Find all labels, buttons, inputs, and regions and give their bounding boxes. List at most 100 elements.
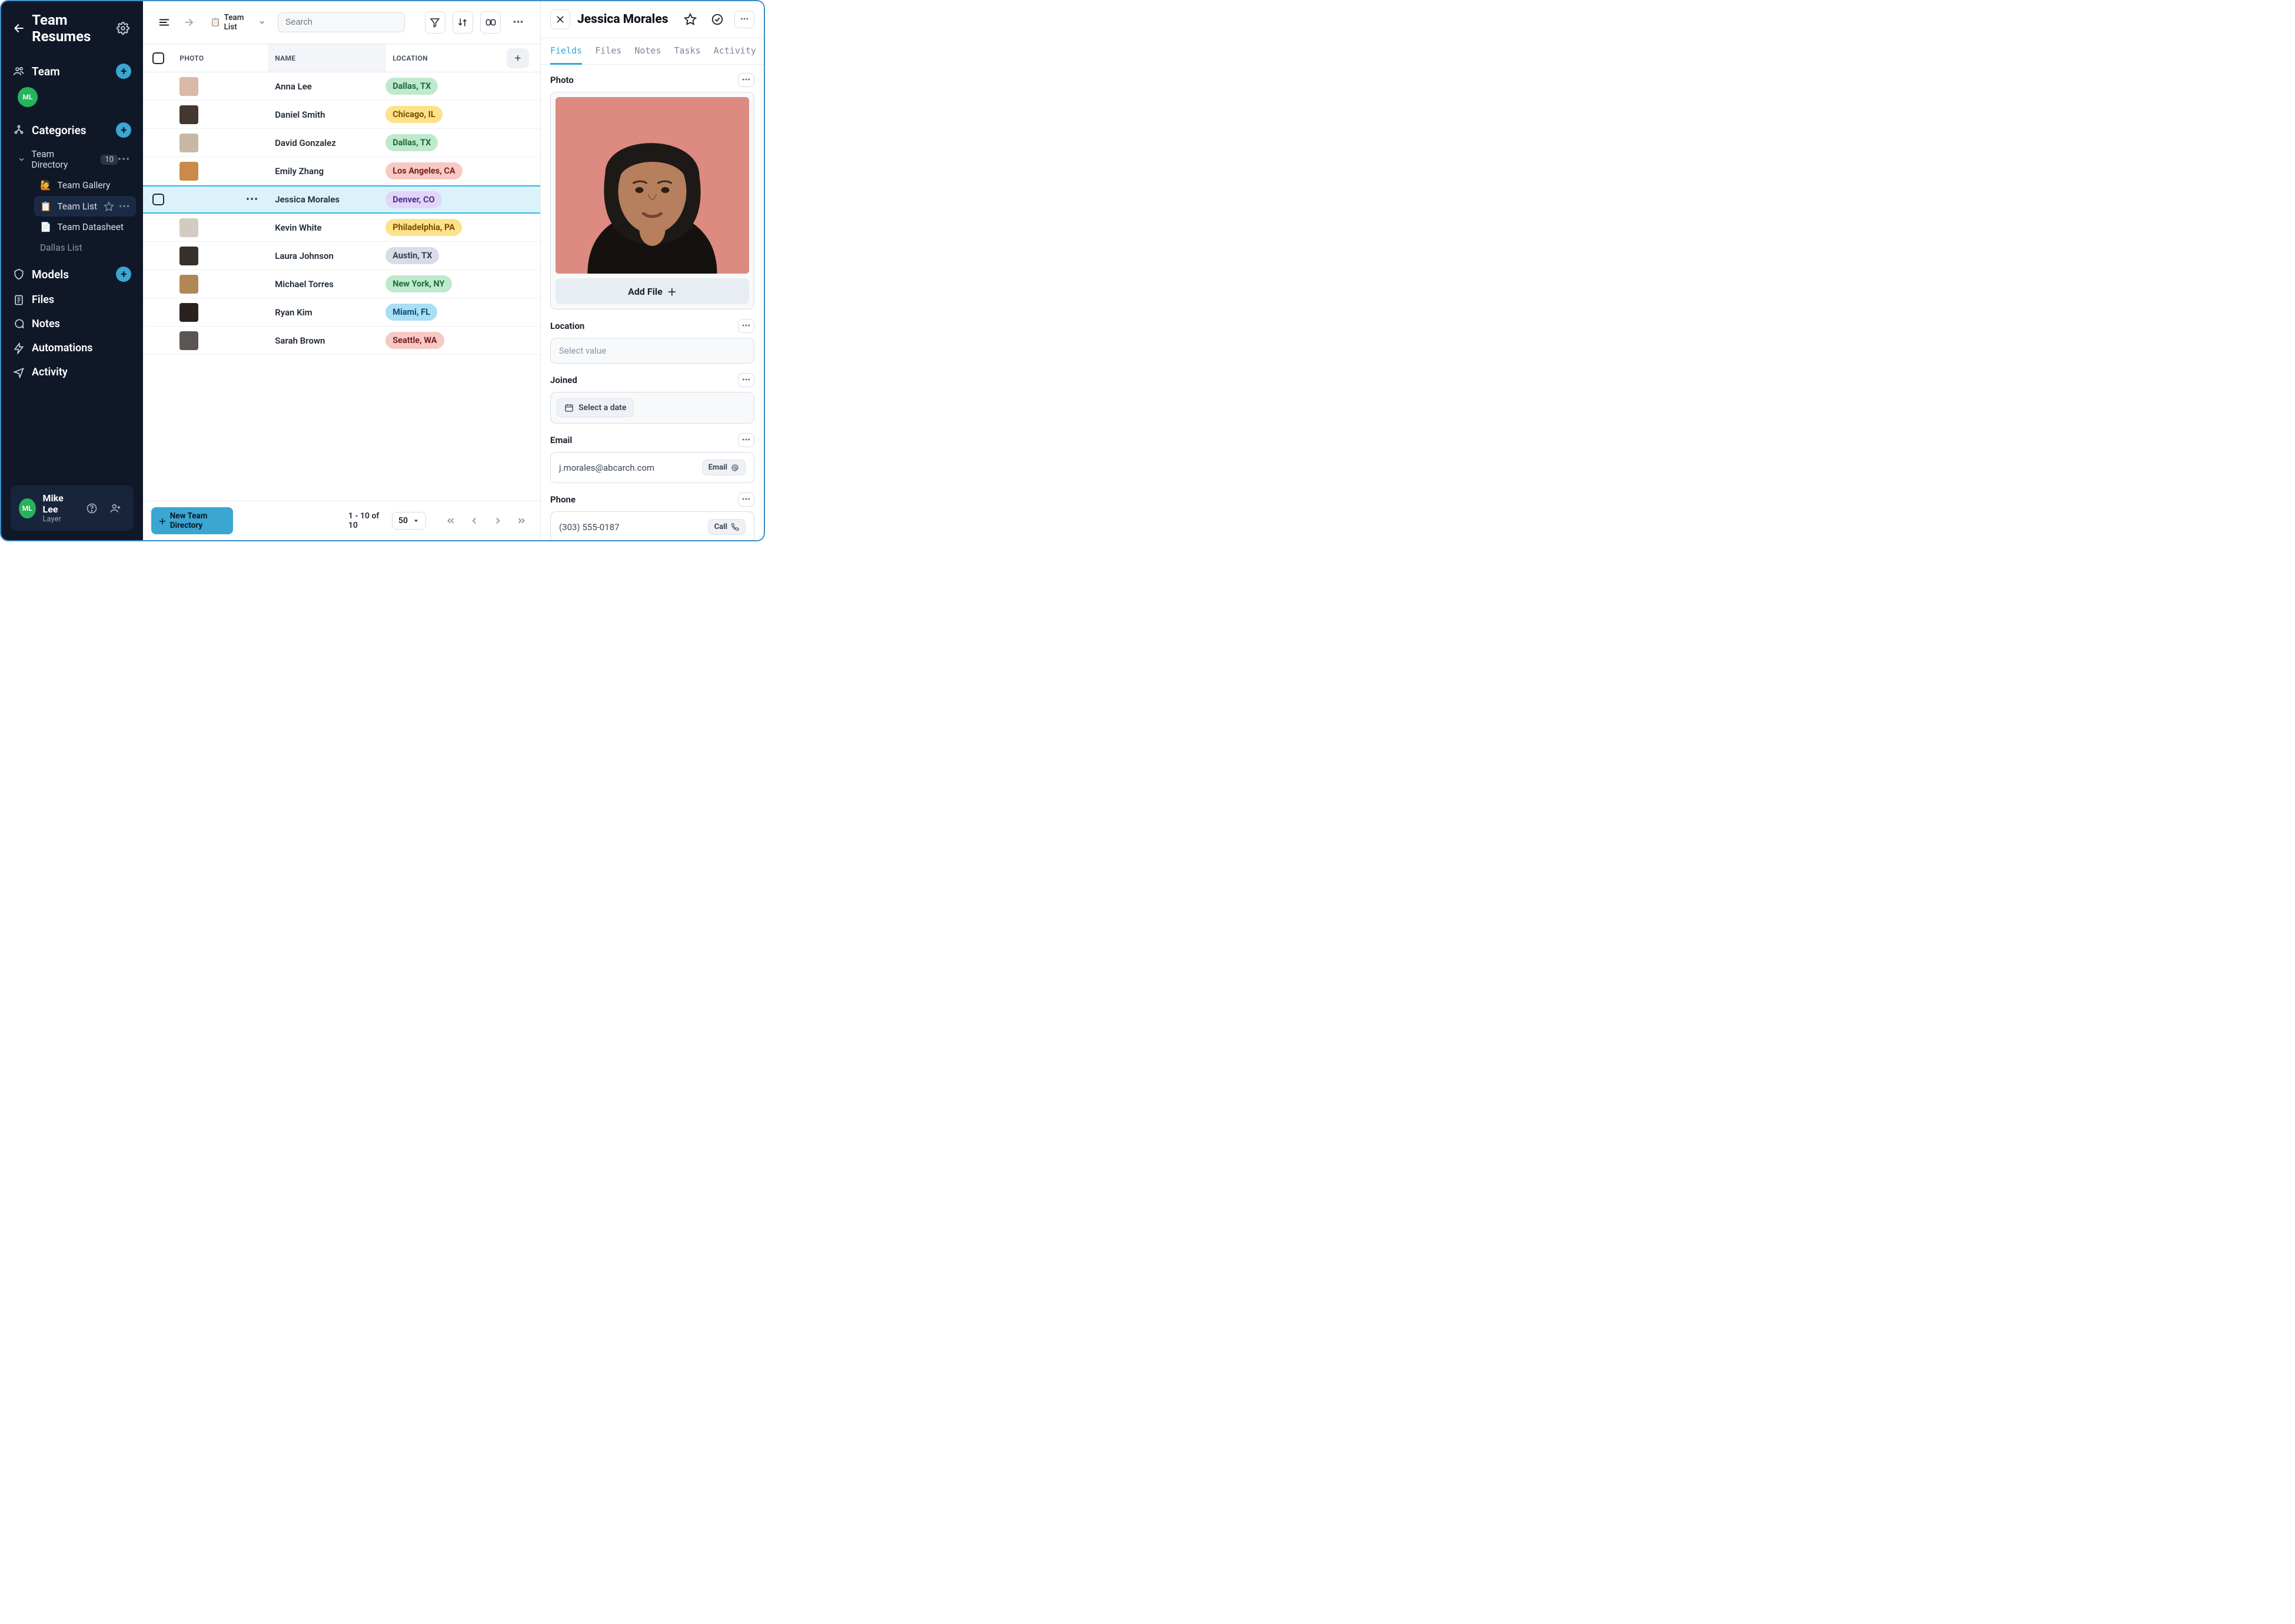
field-location-menu[interactable]: •••: [738, 319, 754, 333]
row-menu-icon[interactable]: •••: [246, 194, 258, 206]
send-email-button[interactable]: Email: [702, 460, 746, 475]
table-row[interactable]: Sarah BrownSeattle, WA: [143, 327, 540, 355]
table-row[interactable]: Emily ZhangLos Angeles, CA: [143, 157, 540, 185]
tab-fields[interactable]: Fields: [550, 38, 582, 65]
breadcrumb-icon: 📋: [211, 18, 221, 27]
pager-last-button[interactable]: [511, 510, 532, 531]
settings-button[interactable]: [114, 18, 131, 38]
col-header-location[interactable]: LOCATION: [385, 54, 505, 62]
close-detail-button[interactable]: [550, 9, 570, 29]
add-column-button[interactable]: ＋: [507, 48, 529, 68]
col-header-photo[interactable]: PHOTO: [179, 54, 268, 62]
row-avatar: [179, 218, 198, 237]
approve-button[interactable]: [707, 9, 727, 29]
location-pill: Seattle, WA: [385, 332, 444, 349]
row-name: Ryan Kim: [268, 307, 385, 318]
table-row[interactable]: Kevin WhitePhiladelphia, PA: [143, 214, 540, 242]
sidebar-header: Team Resumes: [1, 1, 143, 55]
filter-button[interactable]: [425, 11, 445, 34]
help-button[interactable]: [82, 498, 102, 518]
category-menu-icon[interactable]: •••: [118, 154, 130, 166]
view-team-list[interactable]: 📋Team List •••: [34, 196, 136, 217]
table-row[interactable]: Daniel SmithChicago, IL: [143, 101, 540, 129]
add-category-button[interactable]: +: [116, 122, 131, 138]
field-email: Email ••• j.morales@abcarch.com Email: [550, 433, 754, 483]
joined-date-picker[interactable]: Select a date: [557, 398, 634, 417]
row-avatar: [179, 275, 198, 294]
view-team-datasheet[interactable]: 📄Team Datasheet: [34, 217, 136, 237]
add-file-button[interactable]: Add File ＋: [556, 278, 749, 304]
favorite-button[interactable]: [680, 9, 700, 29]
team-member-avatar[interactable]: ML: [18, 87, 38, 107]
pager-next-button[interactable]: [487, 510, 508, 531]
tab-tasks[interactable]: Tasks: [674, 38, 701, 64]
field-joined-label: Joined: [550, 375, 577, 385]
tab-notes[interactable]: Notes: [634, 38, 661, 64]
view-menu-icon[interactable]: •••: [119, 201, 130, 212]
table-row[interactable]: Michael TorresNew York, NY: [143, 270, 540, 298]
email-value-box[interactable]: j.morales@abcarch.com Email: [550, 452, 754, 483]
team-section-header[interactable]: Team +: [6, 58, 138, 85]
close-icon: [556, 15, 565, 24]
col-header-name[interactable]: NAME: [268, 44, 385, 72]
table-row[interactable]: David GonzalezDallas, TX: [143, 129, 540, 157]
phone-value-box[interactable]: (303) 555-0187 Call: [550, 511, 754, 540]
nav-notes[interactable]: Notes: [1, 312, 143, 336]
photo-slot[interactable]: Add File ＋: [550, 92, 754, 310]
workspace-title[interactable]: Team Resumes: [13, 12, 114, 45]
pager-first-button[interactable]: [440, 510, 461, 531]
user-name: Mike Lee: [43, 492, 75, 515]
table-row[interactable]: Ryan KimMiami, FL: [143, 298, 540, 327]
row-checkbox[interactable]: [152, 194, 164, 205]
add-team-button[interactable]: +: [116, 64, 131, 79]
models-section-header[interactable]: Models +: [1, 261, 143, 288]
category-team-directory[interactable]: Team Directory 10 •••: [8, 144, 136, 175]
new-record-button[interactable]: ＋ New Team Directory: [151, 507, 233, 534]
field-photo-menu[interactable]: •••: [738, 73, 754, 87]
star-outline-icon[interactable]: [104, 201, 114, 212]
forward-button[interactable]: [181, 12, 199, 32]
row-name: David Gonzalez: [268, 138, 385, 148]
back-arrow-icon[interactable]: [13, 21, 25, 35]
nav-files[interactable]: Files: [1, 288, 143, 312]
breadcrumb-chip[interactable]: 📋 Team List: [206, 11, 271, 34]
search-input[interactable]: [278, 12, 405, 32]
current-user-card[interactable]: ML Mike Lee Layer: [11, 485, 134, 531]
location-select[interactable]: Select value: [550, 338, 754, 364]
categories-section-header[interactable]: Categories +: [6, 117, 138, 144]
view-team-gallery[interactable]: 🙋Team Gallery: [34, 175, 136, 195]
row-avatar: [179, 105, 198, 124]
nav-activity[interactable]: Activity: [1, 360, 143, 384]
team-icon: [13, 65, 25, 77]
categories-icon: [13, 124, 25, 136]
view-dallas-list[interactable]: Dallas List: [34, 238, 136, 258]
table-row[interactable]: Laura JohnsonAustin, TX: [143, 242, 540, 270]
table-row[interactable]: Anna LeeDallas, TX: [143, 72, 540, 101]
toolbar-more-button[interactable]: •••: [508, 11, 528, 34]
select-all-checkbox[interactable]: [152, 52, 164, 64]
pager-prev-button[interactable]: [464, 510, 485, 531]
category-count: 10: [101, 155, 118, 165]
field-joined-menu[interactable]: •••: [738, 373, 754, 387]
category-name: Team Directory: [31, 149, 90, 170]
field-phone-menu[interactable]: •••: [738, 492, 754, 507]
nav-label: Notes: [32, 318, 60, 330]
menu-toggle-button[interactable]: [155, 12, 173, 32]
tab-files[interactable]: Files: [595, 38, 621, 64]
field-email-menu[interactable]: •••: [738, 433, 754, 447]
menu-icon: [158, 16, 171, 29]
view-label: Dallas List: [40, 242, 82, 253]
pager-info: 1 - 10 of 10: [348, 511, 382, 530]
table-row[interactable]: •••Jessica MoralesDenver, CO: [143, 185, 540, 214]
call-button[interactable]: Call: [708, 519, 746, 535]
detail-more-button[interactable]: •••: [734, 11, 754, 28]
row-name: Anna Lee: [268, 81, 385, 92]
add-model-button[interactable]: +: [116, 267, 131, 282]
page-size-select[interactable]: 50: [392, 512, 426, 530]
group-button[interactable]: [480, 11, 501, 34]
nav-automations[interactable]: Automations: [1, 336, 143, 360]
invite-button[interactable]: [105, 498, 125, 518]
row-name: Sarah Brown: [268, 335, 385, 346]
tab-activity[interactable]: Activity: [714, 38, 756, 64]
sort-button[interactable]: [453, 11, 473, 34]
